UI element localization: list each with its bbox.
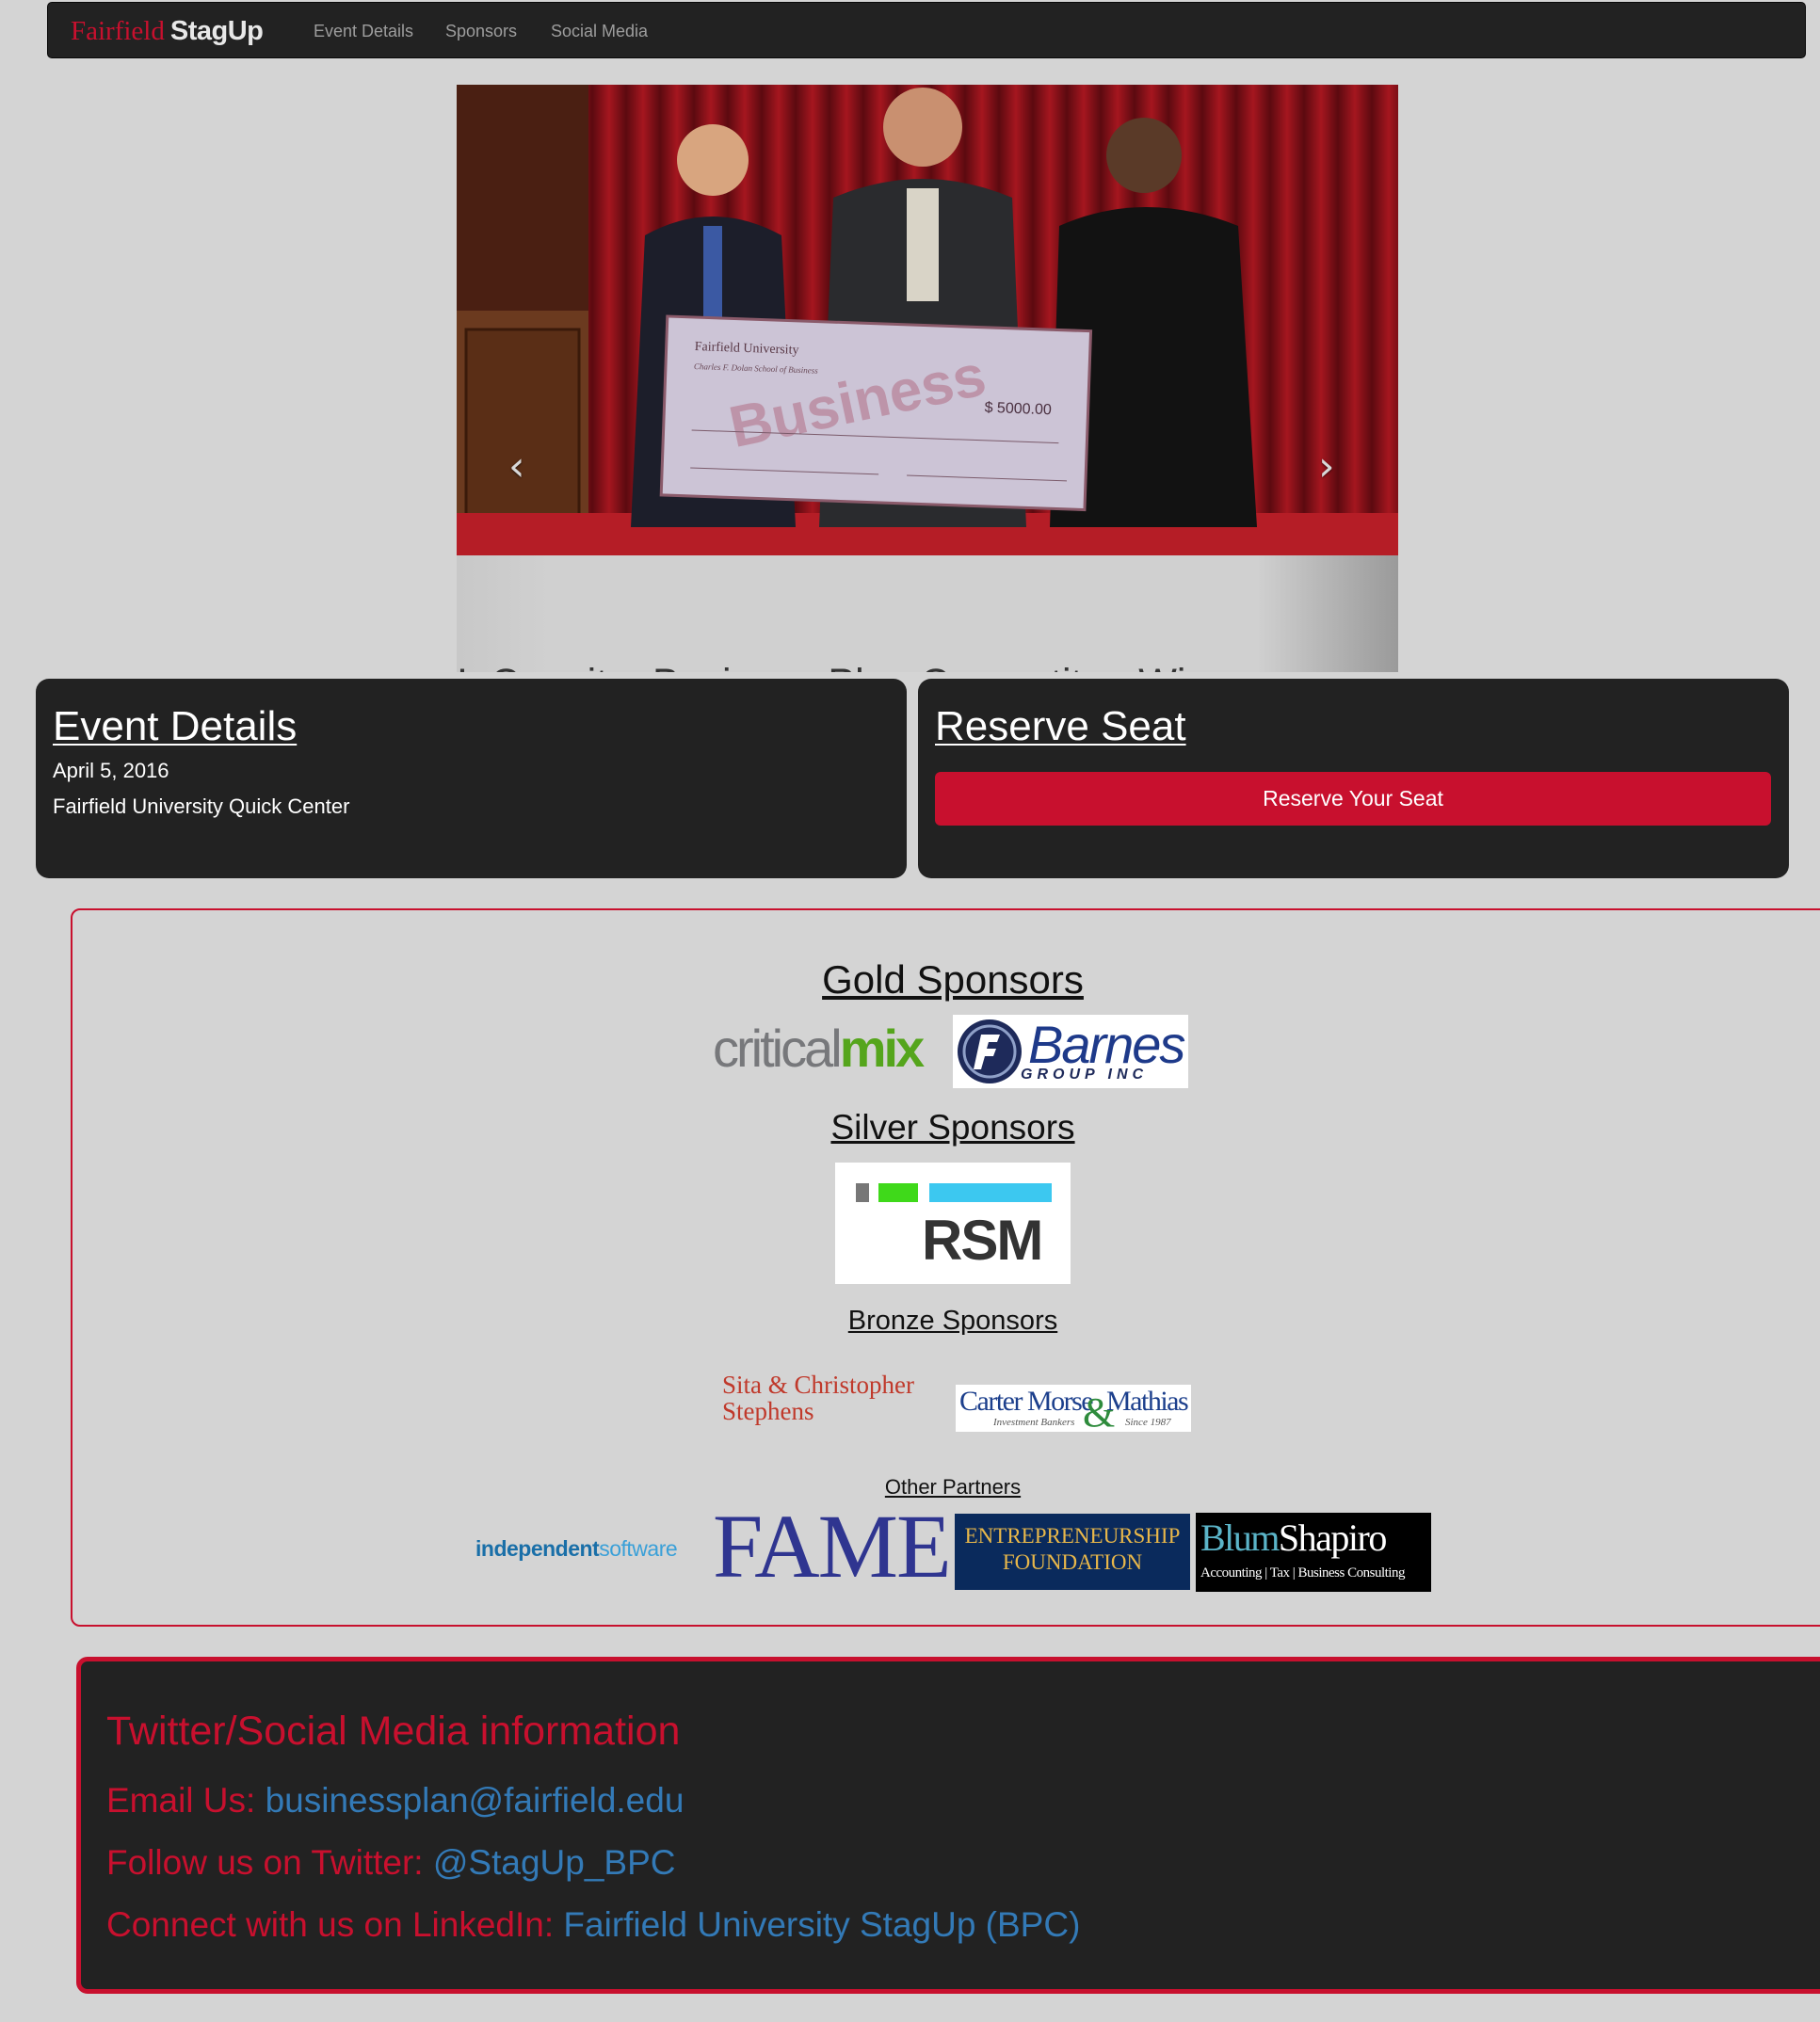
bronze-sponsors-heading: Bronze Sponsors — [847, 1306, 1058, 1336]
nav-social-media[interactable]: Social Media — [551, 22, 648, 41]
social-media-section: Twitter/Social Media information Email U… — [76, 1657, 1820, 1994]
silver-sponsors-heading: Silver Sponsors — [830, 1108, 1075, 1147]
cmm-carter-morse: Carter Morse — [959, 1386, 1094, 1417]
top-navbar: Fairfield StagUp Event Details Sponsors S… — [47, 2, 1806, 58]
linkedin-label: Connect with us on LinkedIn: — [106, 1905, 564, 1944]
carousel-prev-control[interactable]: ‹ — [508, 442, 525, 490]
other-partners-heading: Other Partners — [884, 1475, 1022, 1499]
brand-part-stagup: StagUp — [169, 16, 264, 46]
reserve-seat-panel: Reserve Seat Reserve Your Seat — [918, 679, 1789, 878]
rsm-logo[interactable]: RSM — [835, 1163, 1071, 1284]
carter-morse-mathias-logo[interactable]: Carter Morse & Mathias Investment Banker… — [956, 1385, 1191, 1432]
software-text: software — [599, 1536, 678, 1561]
chevron-right-icon: › — [1318, 442, 1335, 490]
stephens-logo[interactable]: Sita & Christopher Stephens — [722, 1372, 948, 1433]
shapiro-text: Shapiro — [1278, 1516, 1387, 1559]
blum-text: Blum — [1200, 1516, 1280, 1559]
brand-logo[interactable]: Fairfield StagUp — [71, 14, 264, 48]
rsm-block-grey — [856, 1183, 869, 1202]
cmm-subtitle-1: Investment Bankers — [993, 1417, 1075, 1428]
stephens-line-2: Stephens — [722, 1397, 814, 1425]
stephens-line-1: Sita & Christopher — [722, 1372, 914, 1399]
nav-event-details[interactable]: Event Details — [314, 22, 413, 41]
social-media-heading: Twitter/Social Media information — [106, 1709, 681, 1754]
chevron-left-icon: ‹ — [508, 442, 525, 490]
caption-background — [457, 555, 1398, 672]
twitter-row: Follow us on Twitter: @StagUp_BPC — [106, 1843, 675, 1883]
blum-tag-accounting: Accounting — [1200, 1565, 1262, 1581]
email-label: Email Us: — [106, 1781, 266, 1820]
rsm-name: RSM — [922, 1209, 1043, 1272]
fame-name: FAME — [713, 1505, 950, 1590]
barnes-emblem-icon — [958, 1019, 1022, 1083]
fame-logo[interactable]: FAME — [713, 1505, 950, 1590]
entrepreneurship-foundation-logo[interactable]: ENTREPRENEURSHIP FOUNDATION — [955, 1514, 1190, 1590]
nav-sponsors[interactable]: Sponsors — [445, 22, 517, 41]
linkedin-row: Connect with us on LinkedIn: Fairfield U… — [106, 1905, 1080, 1945]
event-location: Fairfield University Quick Center — [53, 794, 350, 818]
cmm-subtitle-2: Since 1987 — [1125, 1417, 1171, 1428]
reserve-seat-heading: Reserve Seat — [935, 703, 1186, 749]
carousel-next-control[interactable]: › — [1318, 442, 1335, 490]
cmm-mathias: Mathias — [1106, 1386, 1189, 1417]
independent-text: independent — [475, 1536, 600, 1561]
entrepreneurship-line-2: FOUNDATION — [1002, 1550, 1143, 1574]
check-amount: $ 5000.00 — [984, 400, 1052, 418]
rsm-block-green — [878, 1183, 918, 1202]
email-row: Email Us: businessplan@fairfield.edu — [106, 1781, 684, 1821]
rsm-block-blue — [929, 1183, 1052, 1202]
blum-tag-tax: Tax — [1269, 1565, 1290, 1581]
event-details-heading: Event Details — [53, 703, 298, 749]
carousel-photo: Fairfield University Charles F. Dolan Sc… — [457, 85, 1398, 555]
linkedin-link[interactable]: Fairfield University StagUp (BPC) — [563, 1905, 1080, 1944]
barnes-subtitle: GROUP INC — [1021, 1067, 1149, 1083]
criticalmix-text-critical: critical — [713, 1019, 843, 1078]
twitter-label: Follow us on Twitter: — [106, 1843, 433, 1882]
event-date: April 5, 2016 — [53, 759, 169, 782]
blum-tag-consulting: Business Consulting — [1297, 1565, 1406, 1581]
criticalmix-text-mix: mix — [839, 1019, 925, 1078]
barnes-group-logo[interactable]: Barnes GROUP INC — [953, 1015, 1188, 1088]
twitter-link[interactable]: @StagUp_BPC — [433, 1843, 676, 1882]
gold-sponsors-heading: Gold Sponsors — [822, 957, 1084, 1002]
carousel-caption: InCognito: Business Plan Competiton Winn… — [457, 661, 1361, 672]
blum-shapiro-logo[interactable]: BlumShapiro Accounting | Tax | Business … — [1196, 1513, 1431, 1592]
event-details-panel: Event Details April 5, 2016 Fairfield Un… — [36, 679, 907, 878]
email-link[interactable]: businessplan@fairfield.edu — [266, 1781, 685, 1820]
reserve-your-seat-button[interactable]: Reserve Your Seat — [935, 772, 1771, 826]
brand-part-fairfield: Fairfield — [71, 16, 165, 46]
entrepreneurship-line-1: ENTREPRENEURSHIP — [964, 1524, 1181, 1548]
image-carousel: Fairfield University Charles F. Dolan Sc… — [457, 85, 1398, 672]
independent-software-logo[interactable]: independentsoftware — [475, 1527, 711, 1574]
sponsors-section: Gold Sponsors criticalmix TM Barnes GROU… — [71, 908, 1820, 1627]
